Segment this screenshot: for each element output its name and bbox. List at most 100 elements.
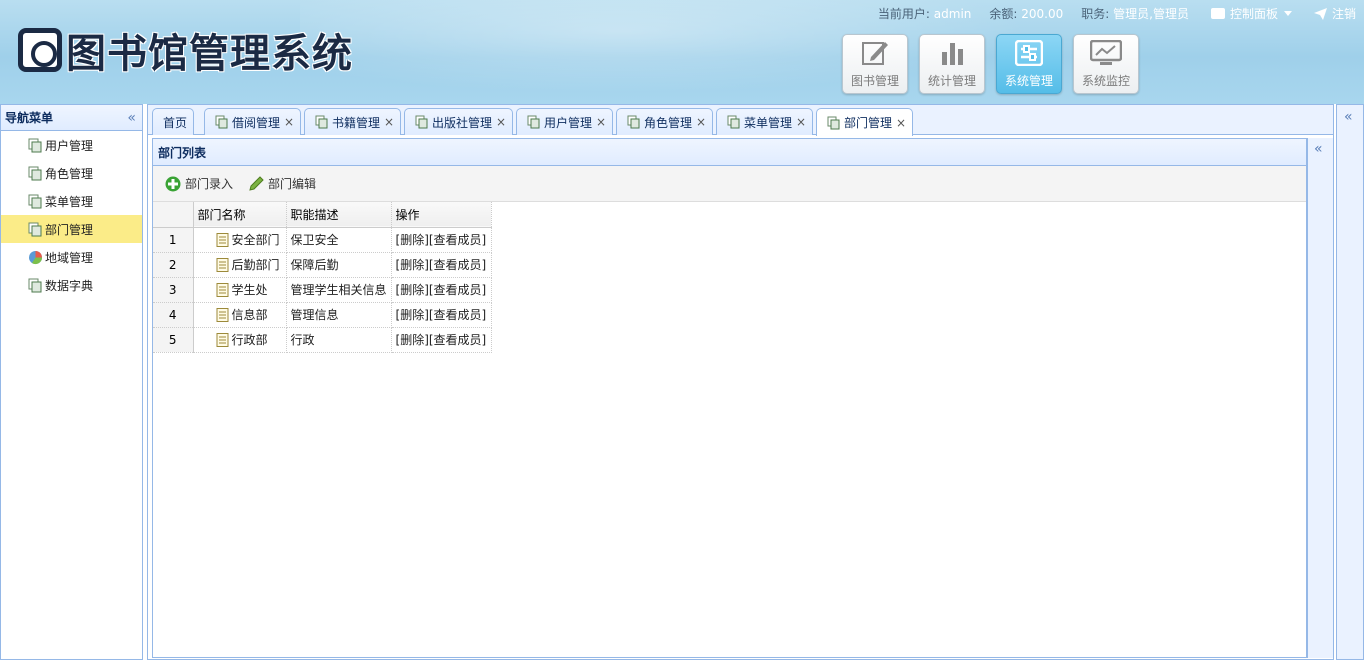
department-name: 行政部: [231, 333, 268, 347]
balance: 余额: 200.00: [989, 5, 1063, 22]
pages-icon: [28, 138, 42, 152]
column-header-name[interactable]: 部门名称: [193, 202, 287, 228]
pages-icon: [28, 222, 42, 236]
module-statistics[interactable]: 统计管理: [919, 34, 985, 94]
actions-cell[interactable]: [删除][查看成员]: [391, 302, 492, 328]
role-value: 管理员,管理员: [1113, 7, 1189, 21]
table-row[interactable]: 2 后勤部门 保障后勤 [删除][查看成员]: [153, 252, 492, 278]
tab-departments[interactable]: 部门管理 ×: [816, 108, 914, 136]
table-row[interactable]: 3 学生处 管理学生相关信息 [删除][查看成员]: [153, 277, 492, 303]
tab-roles[interactable]: 角色管理 ×: [616, 108, 714, 135]
name-cell: 安全部门: [193, 227, 287, 253]
department-name: 后勤部门: [231, 258, 280, 272]
sidebar-item-dictionary[interactable]: 数据字典: [1, 271, 142, 299]
department-table: 部门名称 职能描述 操作 1 安全部门 保卫安全 [删除][查看成员] 2 后勤…: [153, 202, 492, 353]
row-number: 4: [153, 302, 194, 328]
module-switcher: 图书管理 统计管理 系统管理 系统监控: [842, 34, 1150, 94]
balance-label: 余额:: [989, 7, 1018, 21]
row-number: 1: [153, 227, 194, 253]
tab-books[interactable]: 书籍管理 ×: [304, 108, 402, 135]
tab-publishers[interactable]: 出版社管理 ×: [404, 108, 514, 135]
row-number-header: [153, 202, 194, 228]
sidebar-item-users[interactable]: 用户管理: [1, 131, 142, 159]
send-icon: [1313, 7, 1327, 20]
department-list-panel: 部门列表 部门录入 部门编辑 部门名称 职能描述 操作 1 安全部门 保卫安全 …: [152, 138, 1307, 658]
row-number: 2: [153, 252, 194, 278]
sidebar-item-label: 菜单管理: [45, 194, 94, 209]
sidebar-item-departments[interactable]: 部门管理: [1, 215, 142, 243]
tab-label: 角色管理: [644, 115, 693, 130]
pages-icon: [827, 116, 840, 129]
current-user-label: 当前用户:: [877, 7, 930, 21]
pencil-icon: [249, 176, 264, 191]
add-department-button[interactable]: 部门录入: [165, 175, 233, 192]
edit-icon: [862, 42, 888, 65]
table-row[interactable]: 5 行政部 行政 [删除][查看成员]: [153, 327, 492, 353]
table-row[interactable]: 4 信息部 管理信息 [删除][查看成员]: [153, 302, 492, 328]
column-header-actions[interactable]: 操作: [391, 202, 492, 228]
pages-icon: [415, 115, 428, 129]
module-system-management[interactable]: 系统管理: [996, 34, 1062, 94]
table-row[interactable]: 1 安全部门 保卫安全 [删除][查看成员]: [153, 227, 492, 253]
close-icon[interactable]: ×: [284, 115, 294, 129]
folder-icon: [1210, 8, 1225, 19]
actions-cell[interactable]: [删除][查看成员]: [391, 227, 492, 253]
module-book-management[interactable]: 图书管理: [842, 34, 908, 94]
sidebar: 导航菜单 « 用户管理 角色管理 菜单管理 部门管理 地域管理 数据字典: [0, 104, 143, 660]
pages-icon: [28, 278, 42, 292]
logout-button[interactable]: 注销: [1313, 5, 1356, 22]
expand-panel-icon[interactable]: «: [1314, 141, 1323, 157]
collapse-left-icon[interactable]: «: [127, 110, 136, 126]
close-icon[interactable]: ×: [896, 116, 906, 130]
tab-home[interactable]: 首页: [152, 108, 195, 135]
sidebar-item-roles[interactable]: 角色管理: [1, 159, 142, 187]
row-number: 5: [153, 327, 194, 353]
tab-label: 书籍管理: [332, 115, 381, 130]
close-icon[interactable]: ×: [384, 115, 394, 129]
control-panel-menu[interactable]: 控制面板: [1210, 5, 1292, 22]
sidebar-header: 导航菜单 «: [1, 105, 142, 131]
sidebar-item-regions[interactable]: 地域管理: [1, 243, 142, 271]
add-icon: [165, 176, 181, 191]
expand-east-icon[interactable]: «: [1344, 109, 1353, 125]
sidebar-item-menus[interactable]: 菜单管理: [1, 187, 142, 215]
tab-label: 部门管理: [844, 116, 893, 130]
close-icon[interactable]: ×: [796, 115, 806, 129]
logo-mark-icon: [18, 28, 62, 72]
close-icon[interactable]: ×: [496, 115, 506, 129]
department-name: 安全部门: [231, 233, 280, 247]
actions-cell[interactable]: [删除][查看成员]: [391, 252, 492, 278]
module-system-monitor[interactable]: 系统监控: [1073, 34, 1139, 94]
monitor-icon: [1090, 40, 1122, 65]
actions-cell[interactable]: [删除][查看成员]: [391, 327, 492, 353]
module-label: 系统监控: [1081, 74, 1130, 88]
tab-menus[interactable]: 菜单管理 ×: [716, 108, 814, 135]
sidebar-item-label: 地域管理: [45, 250, 94, 265]
actions-cell[interactable]: [删除][查看成员]: [391, 277, 492, 303]
east-region: «: [1336, 104, 1364, 660]
table-header-row: 部门名称 职能描述 操作: [153, 202, 492, 228]
caret-down-icon: [1283, 11, 1292, 16]
logo-text: 图书馆管理系统: [66, 31, 353, 77]
pages-icon: [28, 194, 42, 208]
tab-label: 首页: [163, 115, 188, 130]
description-cell: 行政: [286, 327, 392, 353]
tab-label: 出版社管理: [432, 115, 493, 130]
document-icon: [216, 257, 228, 272]
tab-users[interactable]: 用户管理 ×: [516, 108, 614, 135]
app-logo: 图书馆管理系统: [18, 24, 353, 77]
tab-borrow[interactable]: 借阅管理 ×: [204, 108, 302, 135]
document-icon: [216, 332, 228, 347]
row-number: 3: [153, 277, 194, 303]
logout-label: 注销: [1331, 7, 1356, 21]
column-header-description[interactable]: 职能描述: [286, 202, 392, 228]
document-icon: [216, 282, 228, 297]
tab-bar: 首页 借阅管理 × 书籍管理 × 出版社管理 × 用户管理 × 角色管理 × 菜…: [148, 105, 1333, 136]
close-icon[interactable]: ×: [696, 115, 706, 129]
bar-chart-icon: [942, 43, 963, 65]
name-cell: 学生处: [193, 277, 287, 303]
close-icon[interactable]: ×: [596, 115, 606, 129]
sidebar-item-label: 数据字典: [45, 278, 94, 293]
role: 职务: 管理员,管理员: [1081, 5, 1189, 22]
edit-department-button[interactable]: 部门编辑: [249, 175, 316, 192]
